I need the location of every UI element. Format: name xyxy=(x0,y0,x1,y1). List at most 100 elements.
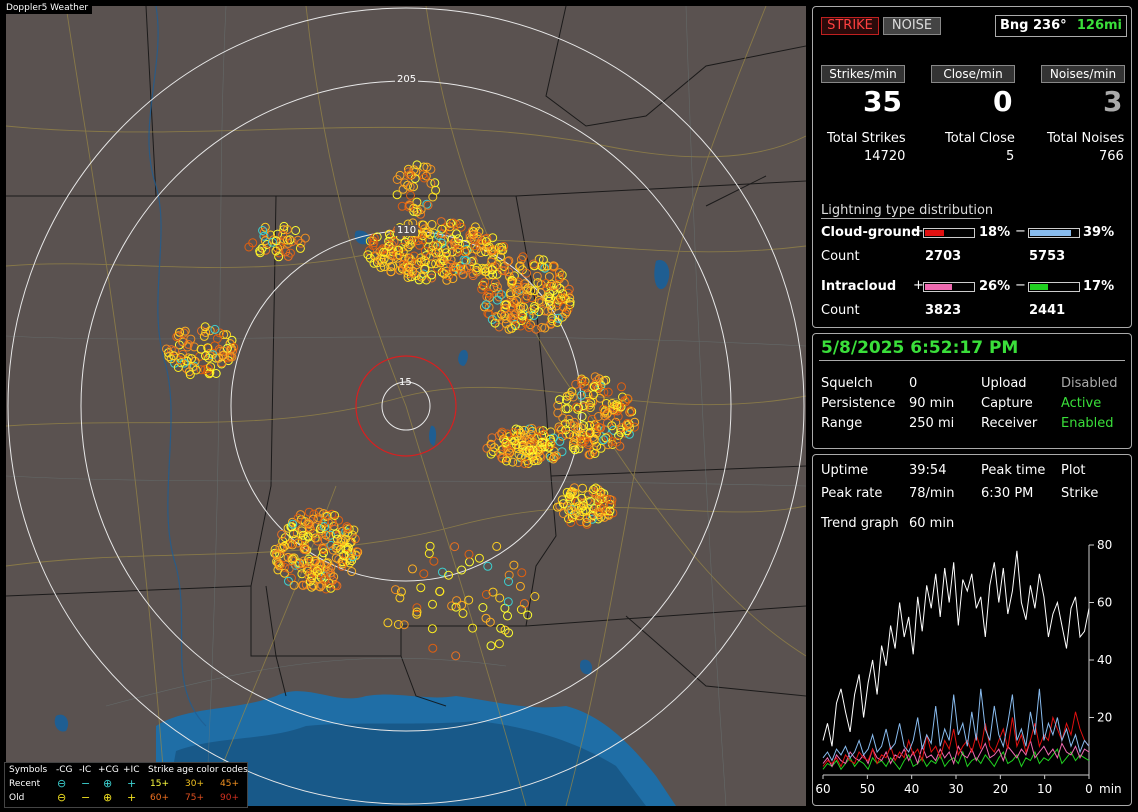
strike-symbol xyxy=(450,542,460,552)
strike-symbol xyxy=(416,583,426,593)
peak-time-value: 6:30 PM xyxy=(981,486,1034,501)
neg-ic-old-icon: − xyxy=(81,791,91,804)
total-strikes-value: 14720 xyxy=(864,149,906,164)
cg-neg-bar xyxy=(1028,228,1080,238)
peak-time-label: Peak time xyxy=(981,463,1046,478)
close-per-min-value: 0 xyxy=(993,85,1013,118)
ring-label-inner: 15 xyxy=(399,377,412,388)
trend-x-tick-label: 40 xyxy=(904,782,919,796)
ic-pos-percent: 26% xyxy=(979,279,1011,294)
trend-y-tick-label: 40 xyxy=(1097,653,1112,667)
stats-panel: STRIKE NOISE Bng 236° 126mi Strikes/min … xyxy=(812,6,1132,328)
legend-symbols-header: Symbols xyxy=(9,765,48,775)
strike-symbol xyxy=(486,641,496,651)
datetime-display: 5/8/2025 6:52:17 PM xyxy=(821,338,1019,358)
strike-symbol xyxy=(557,447,567,457)
strike-symbol xyxy=(438,567,447,577)
neg-cg-recent-icon: ⊖ xyxy=(57,777,67,790)
close-per-min-button[interactable]: Close/min xyxy=(931,65,1015,83)
ic-pos-bar xyxy=(923,282,975,292)
trend-graph-label: Trend graph xyxy=(821,516,899,531)
age-75-label: 75+ xyxy=(185,793,204,803)
strike-symbol xyxy=(474,553,484,563)
trend-x-tick-label: 10 xyxy=(1037,782,1052,796)
strike-legend: Symbols -CG -IC +CG +IC Strike age color… xyxy=(4,762,248,808)
cloud-ground-label: Cloud-ground xyxy=(821,225,921,240)
radar-map[interactable]: 205 110 15 xyxy=(6,6,806,806)
strike-symbol xyxy=(457,565,467,575)
total-noises-label: Total Noises xyxy=(1047,131,1125,146)
legend-neg-ic: -IC xyxy=(79,765,92,775)
strike-symbol xyxy=(553,408,563,418)
strike-symbol xyxy=(425,541,435,551)
peak-rate-value: 78/min xyxy=(909,486,955,501)
trend-series-line xyxy=(822,688,1090,762)
pos-cg-old-icon: ⊕ xyxy=(103,791,113,804)
app-title: Doppler5 Weather xyxy=(2,2,93,14)
trend-graph-value: 60 min xyxy=(909,516,955,531)
trend-x-tick-label: 30 xyxy=(948,782,963,796)
neg-cg-old-icon: ⊖ xyxy=(57,791,67,804)
strike-symbol xyxy=(517,568,527,578)
plot-value[interactable]: Strike xyxy=(1061,486,1098,501)
pos-ic-old-icon: + xyxy=(127,791,137,804)
trend-y-tick-label: 20 xyxy=(1097,711,1112,725)
strike-symbol xyxy=(458,608,468,618)
noise-button[interactable]: NOISE xyxy=(883,17,941,35)
strike-symbol xyxy=(428,643,438,653)
strike-symbol xyxy=(521,294,531,304)
pos-ic-recent-icon: + xyxy=(127,777,137,790)
receiver-value: Enabled xyxy=(1061,416,1114,431)
persistence-value: 90 min xyxy=(909,396,955,411)
ic-neg-bar xyxy=(1028,282,1080,292)
ic-neg-percent: 17% xyxy=(1083,279,1115,294)
distance-value: 126mi xyxy=(1076,18,1122,33)
noises-per-min-button[interactable]: Noises/min xyxy=(1041,65,1125,83)
strikes-per-min-value: 35 xyxy=(863,85,902,118)
neg-ic-recent-icon: − xyxy=(81,777,91,790)
strike-button[interactable]: STRIKE xyxy=(821,17,879,35)
strike-symbol xyxy=(457,600,467,610)
range-label: Range xyxy=(821,416,863,431)
strike-symbol xyxy=(383,618,393,628)
trend-chart: 80 60 40 20 60 50 40 30 20 10 0 min xyxy=(815,538,1121,796)
age-60-label: 60+ xyxy=(150,793,169,803)
cg-count-label: Count xyxy=(821,249,860,264)
upload-value: Disabled xyxy=(1061,376,1118,391)
strike-symbol xyxy=(185,370,195,380)
plot-label: Plot xyxy=(1061,463,1086,478)
strike-symbol xyxy=(295,243,305,253)
ic-pos-count: 3823 xyxy=(925,303,962,318)
upload-label: Upload xyxy=(981,376,1027,391)
strikes-per-min-button[interactable]: Strikes/min xyxy=(821,65,905,83)
strike-symbol xyxy=(431,185,441,195)
strike-symbol xyxy=(424,549,434,558)
persistence-label: Persistence xyxy=(821,396,896,411)
uptime-label: Uptime xyxy=(821,463,869,478)
legend-pos-cg: +CG xyxy=(98,765,119,775)
ring-label-outer: 205 xyxy=(395,74,419,85)
strike-symbol xyxy=(435,586,445,596)
receiver-label: Receiver xyxy=(981,416,1038,431)
legend-age-header: Strike age color codes xyxy=(148,765,248,775)
strike-symbol xyxy=(483,561,493,571)
strike-symbol xyxy=(284,564,294,574)
legend-neg-cg: -CG xyxy=(56,765,73,775)
strike-symbol xyxy=(495,593,505,603)
strike-symbol xyxy=(419,569,429,579)
strike-symbol xyxy=(503,597,513,607)
ic-count-label: Count xyxy=(821,303,860,318)
ic-neg-count: 2441 xyxy=(1029,303,1066,318)
strike-symbol xyxy=(307,582,317,592)
strike-symbol xyxy=(280,568,289,578)
age-90-label: 90+ xyxy=(220,793,239,803)
legend-recent-label: Recent xyxy=(9,779,41,789)
peak-rate-label: Peak rate xyxy=(821,486,883,501)
strike-symbol xyxy=(436,217,446,227)
cg-pos-count: 2703 xyxy=(925,249,962,264)
strike-symbol xyxy=(492,541,502,551)
map-canvas xyxy=(6,6,806,806)
settings-panel: 5/8/2025 6:52:17 PM Squelch 0 Upload Dis… xyxy=(812,333,1132,449)
strike-symbol xyxy=(300,233,310,243)
strike-symbol xyxy=(186,334,196,344)
